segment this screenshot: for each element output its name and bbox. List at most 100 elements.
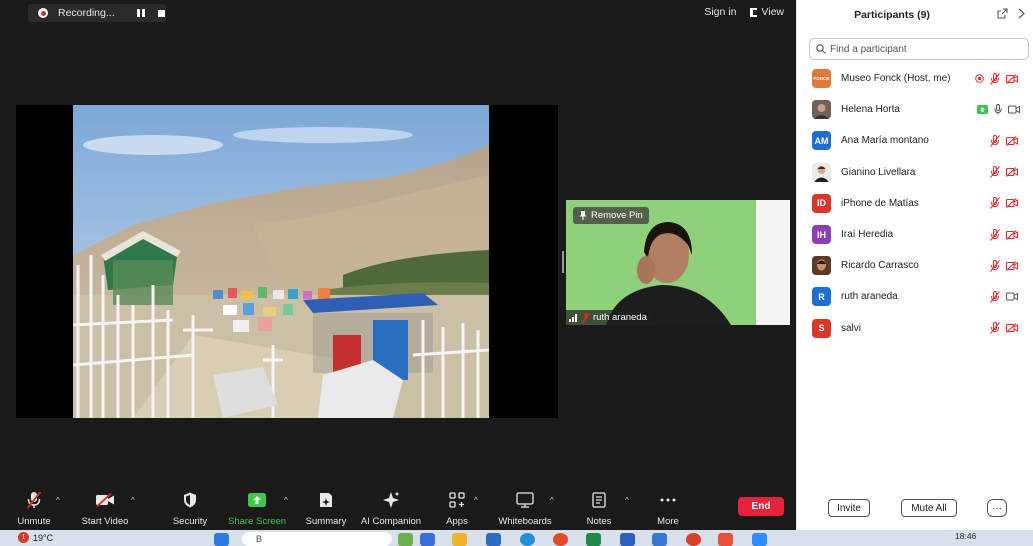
video-options-chevron-icon[interactable]: ^ [131,496,135,505]
notes-button[interactable]: Notes [582,490,616,527]
muted-mic-icon [990,228,1000,241]
chrome-icon[interactable] [553,533,568,546]
file-explorer-icon[interactable] [452,533,467,546]
muted-microphone-icon [26,491,42,509]
microphone-icon [994,104,1002,115]
pause-recording-icon[interactable] [136,9,146,17]
avatar [812,162,831,182]
video-off-icon [1006,323,1018,333]
ai-companion-label: AI Companion [360,516,422,527]
zoom-app-icon[interactable] [752,533,767,546]
recording-indicator: Recording... [28,4,166,22]
avatar: S [812,318,831,338]
avatar: AM [812,131,831,151]
split-view-handle[interactable] [562,251,564,273]
share-screen-label: Share Screen [228,516,287,527]
end-meeting-button[interactable]: End [738,497,784,516]
avatar [812,100,831,120]
app-icon[interactable] [686,533,701,546]
view-button[interactable]: View [750,6,784,18]
start-video-label: Start Video [81,516,129,527]
pin-icon [579,211,587,220]
meeting-area: Recording... Sign in View Remove Pin rut… [0,0,796,530]
excel-icon[interactable] [586,533,601,546]
stop-recording-icon[interactable] [157,9,165,17]
pop-out-icon[interactable] [997,8,1008,22]
sign-in-link[interactable]: Sign in [704,6,736,18]
video-off-icon [1006,229,1018,240]
close-panel-chevron-icon[interactable] [1018,8,1025,22]
participant-row[interactable]: IH Iraí Heredia [797,219,1033,250]
participant-row[interactable]: Gianino Livellara [797,157,1033,188]
view-icon [750,7,758,17]
muted-mic-icon [990,72,1000,85]
taskbar-search[interactable]: B [242,532,392,546]
participant-search[interactable] [809,38,1029,60]
notes-options-chevron-icon[interactable]: ^ [625,496,629,505]
apps-options-chevron-icon[interactable]: ^ [474,496,478,505]
unmute-label: Unmute [17,516,51,527]
muted-mic-icon [990,322,1000,334]
participant-row[interactable]: R ruth araneda [797,281,1033,312]
more-button[interactable]: More [650,490,686,527]
recording-label: Recording... [58,7,115,19]
muted-mic-icon [582,312,590,323]
participant-row[interactable]: Helena Horta [797,94,1033,125]
participants-panel-title: Participants (9) [854,9,930,21]
signal-strength-icon [569,313,577,322]
pinned-video-tile[interactable]: Remove Pin ruth araneda [566,200,790,325]
video-name-tag: ruth araneda [566,310,652,325]
apps-button[interactable]: Apps [440,490,474,527]
mute-all-button[interactable]: Mute All [901,499,957,517]
participants-panel: Participants (9) FONCK Museo Fonck (Host… [796,0,1033,530]
whiteboard-icon [516,492,534,508]
app-icon[interactable] [486,533,501,546]
muted-mic-icon [990,166,1000,178]
participant-row[interactable]: FONCK Museo Fonck (Host, me) [797,63,1033,94]
avatar: ID [812,193,831,213]
start-video-button[interactable]: Start Video [80,490,130,527]
taskbar-clock[interactable]: 18:46 [955,531,976,541]
windows-start-icon[interactable] [214,533,229,546]
video-off-icon [1006,167,1018,178]
word-icon[interactable] [620,533,635,546]
participant-search-input[interactable] [830,43,1020,55]
participant-name: Museo Fonck (Host, me) [841,73,951,85]
shared-photo [73,105,489,418]
participant-row[interactable]: S salvi [797,313,1033,344]
app-icon[interactable] [420,533,435,546]
share-screen-button[interactable]: Share Screen [228,490,286,527]
participant-name: iPhone de Matías [841,197,919,209]
share-options-chevron-icon[interactable]: ^ [284,496,288,505]
more-dots-icon [660,498,676,502]
participant-name: ruth araneda [841,291,898,303]
ai-sparkle-icon [383,491,400,508]
taskbar-search-text: B [256,534,263,544]
unmute-button[interactable]: Unmute [14,490,54,527]
more-options-button[interactable]: ··· [987,499,1007,517]
invite-button[interactable]: Invite [828,499,870,517]
whiteboards-button[interactable]: Whiteboards [494,490,556,527]
weather-widget[interactable]: 1 19°C [18,532,53,543]
video-icon [1008,105,1020,114]
summary-button[interactable]: Summary [303,490,349,527]
app-icon[interactable] [398,533,413,546]
video-participant-name: ruth araneda [593,312,647,323]
more-label: More [657,516,679,527]
edge-icon[interactable] [520,533,535,546]
participant-name: Helena Horta [841,104,900,116]
app-icon[interactable] [652,533,667,546]
video-off-icon [1006,136,1018,146]
audio-options-chevron-icon[interactable]: ^ [56,496,60,505]
ai-companion-button[interactable]: AI Companion [358,490,424,527]
app-icon[interactable] [718,533,733,546]
security-button[interactable]: Security [170,490,210,527]
whiteboards-options-chevron-icon[interactable]: ^ [550,496,554,505]
participants-list: FONCK Museo Fonck (Host, me) Helena Hort… [797,63,1033,344]
apps-icon [449,492,465,508]
participant-row[interactable]: AM Ana María montano [797,125,1033,156]
remove-pin-button[interactable]: Remove Pin [573,207,649,224]
participant-row[interactable]: ID iPhone de Matías [797,188,1033,219]
participant-row[interactable]: Ricardo Carrasco [797,250,1033,281]
muted-mic-icon [990,259,1000,272]
